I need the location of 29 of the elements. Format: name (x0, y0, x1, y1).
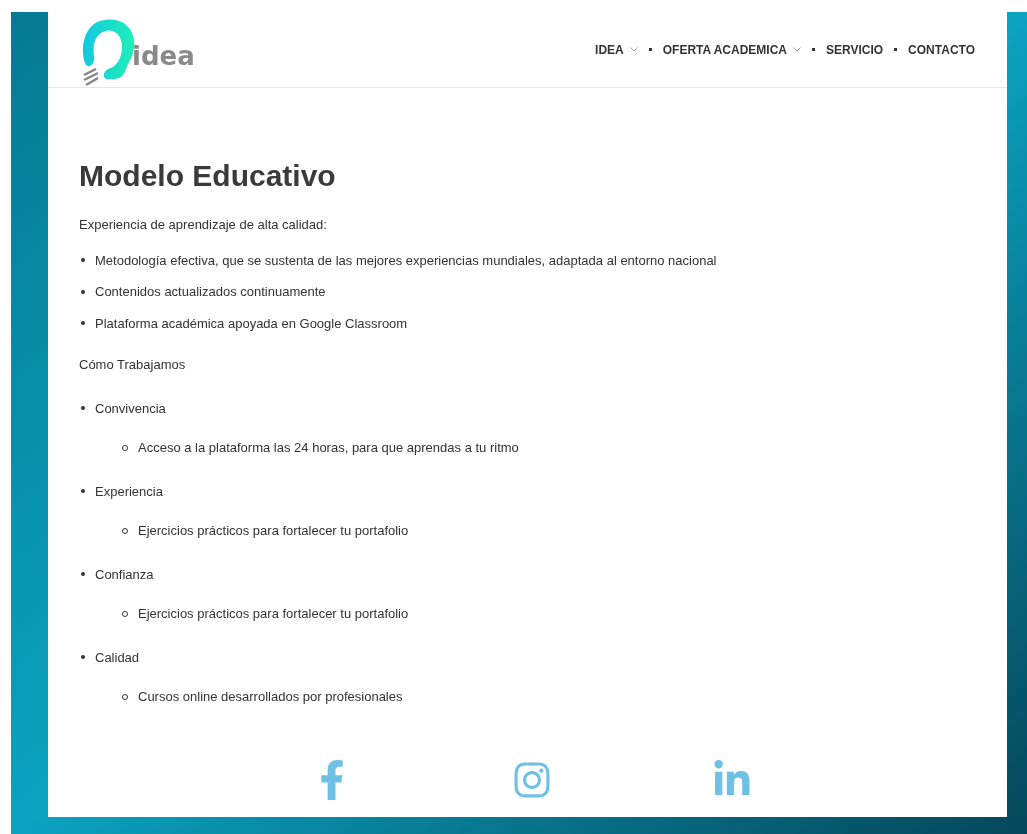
item-detail: Cursos online desarrollados por profesionales (138, 688, 403, 706)
nav-link[interactable]: SERVICIO (825, 40, 884, 59)
item-label: Convivencia (95, 399, 166, 418)
bullet-icon (81, 406, 85, 411)
bullet-icon (81, 258, 85, 263)
item-detail: Ejercicios prácticos para fortalecer tu portafolio (138, 522, 409, 540)
instagram-icon[interactable] (511, 760, 552, 800)
bullet-icon (81, 289, 85, 294)
bullet-icon (81, 572, 85, 577)
feature-text: Metodología efectiva, que se sustenta de las mejores experiencias mundiales, adaptada al entorno nacional (95, 251, 717, 270)
bullet-icon (81, 321, 85, 326)
intro-text: Experiencia de aprendizaje de alta calidad: (79, 216, 328, 234)
item-label: Confianza (95, 565, 154, 584)
nav-link[interactable]: CONTACTO (908, 40, 975, 59)
nav-link[interactable]: OFERTA ACADEMICA (662, 40, 801, 59)
chevron-down-icon (629, 47, 638, 52)
feature-text: Contenidos actualizados continuamente (95, 283, 326, 301)
subtitle-text: Cómo Trabajamos (79, 356, 187, 374)
page-title: Modelo Educativo (79, 161, 337, 191)
logo-text: idea (132, 42, 195, 69)
bullet-icon (81, 655, 85, 660)
feature-text: Plataforma académica apoyada en Google Classroom (95, 314, 408, 333)
nav-link[interactable]: IDEA (595, 40, 638, 59)
item-label: Experiencia (95, 482, 163, 501)
bullet-icon (81, 489, 85, 494)
item-detail: Acceso a la plataforma las 24 horas, para que aprendas a tu ritmo (138, 439, 519, 457)
item-detail: Ejercicios prácticos para fortalecer tu portafolio (138, 605, 409, 623)
chevron-down-icon (792, 47, 801, 52)
item-label: Calidad (95, 648, 140, 667)
